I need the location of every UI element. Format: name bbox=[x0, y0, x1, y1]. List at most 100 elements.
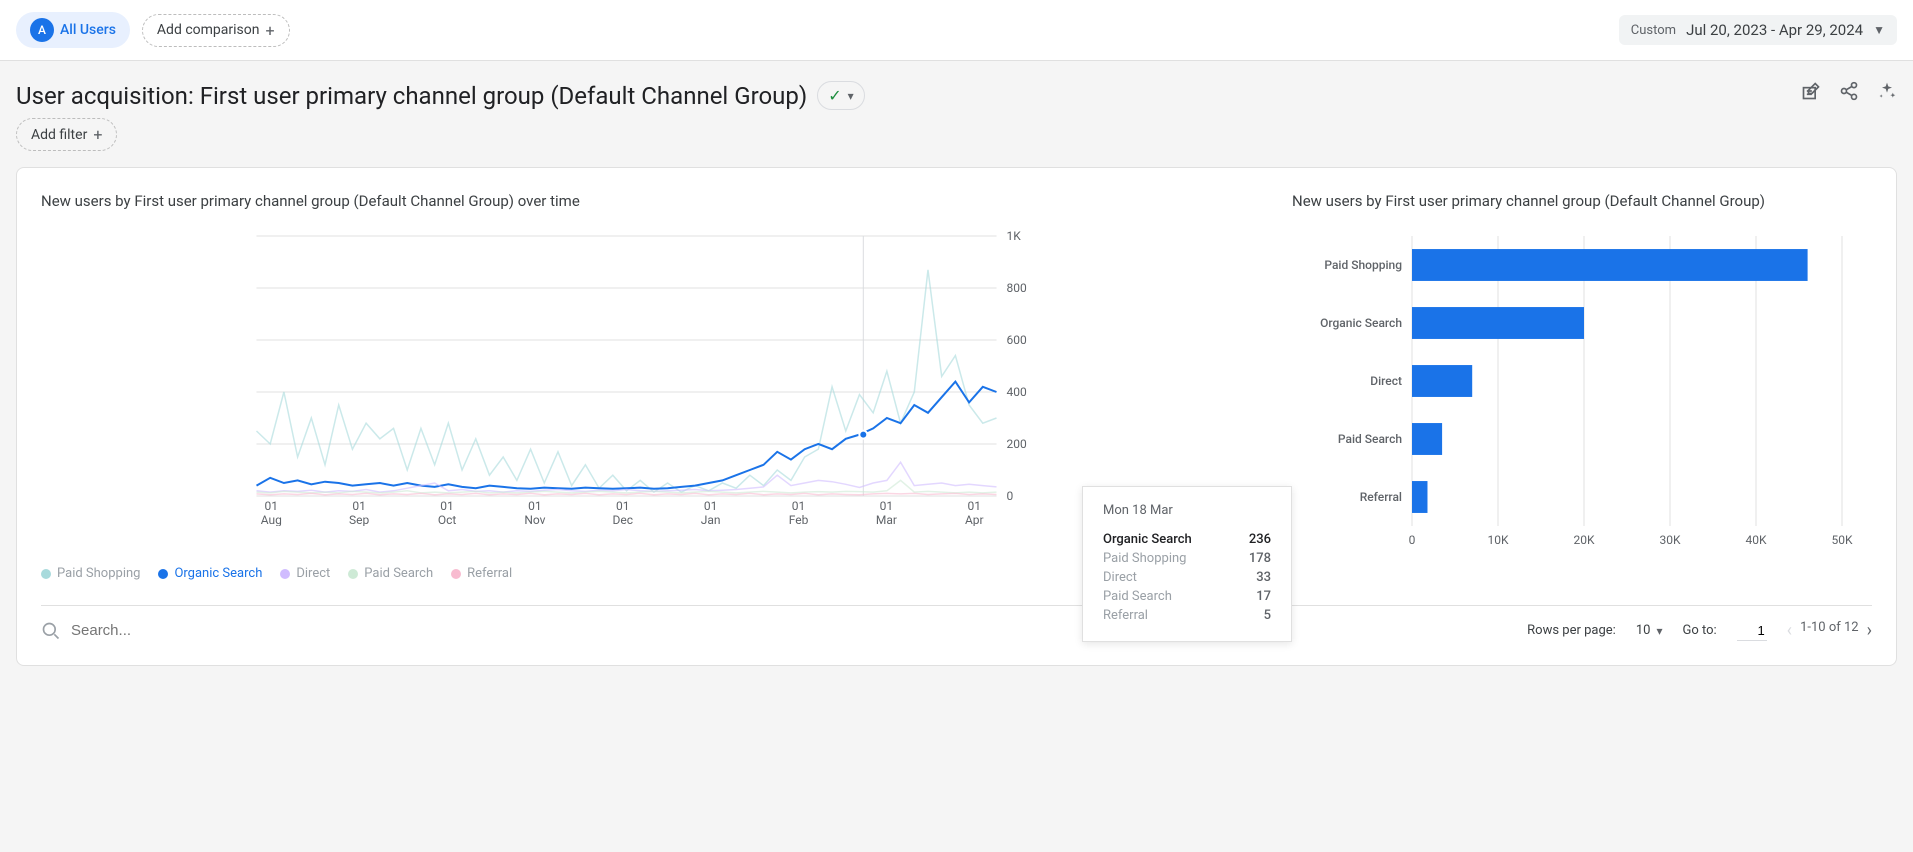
date-range-mode: Custom bbox=[1631, 23, 1676, 38]
table-search[interactable] bbox=[41, 621, 1527, 641]
svg-text:Jan: Jan bbox=[701, 513, 721, 526]
tooltip-label: Referral bbox=[1103, 608, 1148, 623]
audience-label: All Users bbox=[60, 22, 116, 38]
legend-dot-icon bbox=[41, 569, 51, 579]
legend-referral[interactable]: Referral bbox=[451, 566, 512, 581]
svg-text:30K: 30K bbox=[1659, 533, 1680, 547]
svg-text:Direct: Direct bbox=[1370, 374, 1402, 388]
svg-text:Dec: Dec bbox=[613, 513, 634, 526]
legend-dot-icon bbox=[348, 569, 358, 579]
top-bar: A All Users Add comparison + Custom Jul … bbox=[0, 0, 1913, 61]
svg-text:Nov: Nov bbox=[524, 513, 545, 526]
add-filter-label: Add filter bbox=[31, 127, 87, 143]
svg-text:01: 01 bbox=[440, 499, 454, 513]
svg-text:0: 0 bbox=[1409, 533, 1416, 547]
page-title: User acquisition: First user primary cha… bbox=[16, 82, 807, 110]
svg-text:01: 01 bbox=[704, 499, 718, 513]
svg-text:01: 01 bbox=[352, 499, 366, 513]
legend-label: Paid Search bbox=[364, 566, 433, 581]
rows-per-page-label: Rows per page: bbox=[1527, 623, 1616, 638]
legend-label: Direct bbox=[296, 566, 330, 581]
line-chart[interactable]: 02004006008001K01Aug01Sep01Oct01Nov01Dec… bbox=[41, 226, 1252, 526]
tooltip-row-organic-search: Organic Search 236 bbox=[1103, 530, 1271, 549]
svg-text:20K: 20K bbox=[1573, 533, 1594, 547]
svg-text:Feb: Feb bbox=[789, 513, 809, 526]
date-range-picker[interactable]: Custom Jul 20, 2023 - Apr 29, 2024 ▼ bbox=[1619, 15, 1897, 45]
bar-chart-panel: New users by First user primary channel … bbox=[1292, 192, 1872, 581]
svg-text:10K: 10K bbox=[1487, 533, 1508, 547]
add-comparison-button[interactable]: Add comparison + bbox=[142, 14, 290, 47]
rows-per-page-select[interactable]: 10 ▾ bbox=[1636, 623, 1663, 638]
legend-label: Referral bbox=[467, 566, 512, 581]
report-status-pill[interactable]: ✓ ▾ bbox=[817, 81, 864, 110]
insights-icon[interactable] bbox=[1877, 81, 1897, 106]
svg-text:Apr: Apr bbox=[965, 513, 984, 526]
svg-text:Oct: Oct bbox=[438, 513, 457, 526]
filter-row: Add filter + bbox=[0, 118, 1913, 167]
search-input[interactable] bbox=[71, 622, 371, 639]
table-controls: Rows per page: 10 ▾ Go to: ‹ 1-10 of 12 … bbox=[41, 605, 1872, 641]
go-to-label: Go to: bbox=[1682, 623, 1716, 638]
charts-row: New users by First user primary channel … bbox=[41, 192, 1872, 581]
legend-paid-shopping[interactable]: Paid Shopping bbox=[41, 566, 140, 581]
add-comparison-label: Add comparison bbox=[157, 22, 260, 38]
legend-label: Paid Shopping bbox=[57, 566, 140, 581]
bar-chart[interactable]: 010K20K30K40K50KPaid ShoppingOrganic Sea… bbox=[1292, 226, 1872, 556]
bar-chart-title: New users by First user primary channel … bbox=[1292, 192, 1872, 210]
svg-text:01: 01 bbox=[616, 499, 630, 513]
search-icon bbox=[41, 621, 61, 641]
check-circle-icon: ✓ bbox=[828, 86, 841, 105]
legend-dot-icon bbox=[280, 569, 290, 579]
svg-text:Sep: Sep bbox=[349, 513, 369, 526]
report-card: New users by First user primary channel … bbox=[16, 167, 1897, 666]
page-title-row: User acquisition: First user primary cha… bbox=[16, 81, 865, 110]
svg-text:01: 01 bbox=[968, 499, 982, 513]
caret-down-icon: ▾ bbox=[848, 89, 854, 103]
top-bar-left: A All Users Add comparison + bbox=[16, 12, 290, 48]
tooltip-row-direct: Direct 33 bbox=[1103, 568, 1271, 587]
legend-dot-icon bbox=[451, 569, 461, 579]
chart-tooltip: Mon 18 Mar Organic Search 236 Paid Shopp… bbox=[1082, 486, 1292, 642]
legend-label: Organic Search bbox=[174, 566, 262, 581]
svg-text:400: 400 bbox=[1007, 385, 1027, 399]
page-range: 1-10 of 12 bbox=[1800, 620, 1859, 641]
tooltip-value: 178 bbox=[1249, 551, 1271, 566]
prev-page-button[interactable]: ‹ bbox=[1787, 620, 1792, 641]
svg-text:Referral: Referral bbox=[1360, 490, 1402, 504]
tooltip-label: Paid Shopping bbox=[1103, 551, 1186, 566]
customize-report-icon[interactable] bbox=[1801, 81, 1821, 106]
pagination-arrows: ‹ 1-10 of 12 › bbox=[1787, 620, 1872, 641]
caret-down-icon: ▼ bbox=[1873, 23, 1885, 37]
svg-text:Organic Search: Organic Search bbox=[1320, 316, 1402, 330]
svg-text:01: 01 bbox=[880, 499, 894, 513]
svg-text:Mar: Mar bbox=[876, 513, 897, 526]
legend-direct[interactable]: Direct bbox=[280, 566, 330, 581]
legend-paid-search[interactable]: Paid Search bbox=[348, 566, 433, 581]
tooltip-label: Organic Search bbox=[1103, 532, 1192, 547]
tooltip-label: Direct bbox=[1103, 570, 1137, 585]
date-range-value: Jul 20, 2023 - Apr 29, 2024 bbox=[1686, 21, 1863, 39]
svg-text:Aug: Aug bbox=[261, 513, 282, 526]
legend-dot-icon bbox=[158, 569, 168, 579]
svg-text:Paid Search: Paid Search bbox=[1338, 432, 1402, 446]
tooltip-date: Mon 18 Mar bbox=[1103, 503, 1271, 518]
svg-text:01: 01 bbox=[792, 499, 806, 513]
line-chart-panel: New users by First user primary channel … bbox=[41, 192, 1252, 581]
plus-icon: + bbox=[265, 21, 274, 40]
tooltip-value: 236 bbox=[1249, 532, 1271, 547]
svg-text:01: 01 bbox=[265, 499, 279, 513]
svg-text:600: 600 bbox=[1007, 333, 1027, 347]
next-page-button[interactable]: › bbox=[1867, 620, 1872, 641]
add-filter-button[interactable]: Add filter + bbox=[16, 118, 117, 151]
go-to-input[interactable] bbox=[1737, 621, 1767, 641]
page-header: User acquisition: First user primary cha… bbox=[0, 61, 1913, 118]
tooltip-label: Paid Search bbox=[1103, 589, 1172, 604]
audience-chip[interactable]: A All Users bbox=[16, 12, 130, 48]
rows-per-page-value: 10 bbox=[1636, 623, 1651, 638]
share-icon[interactable] bbox=[1839, 81, 1859, 106]
legend-organic-search[interactable]: Organic Search bbox=[158, 566, 262, 581]
tooltip-value: 17 bbox=[1256, 589, 1271, 604]
svg-text:40K: 40K bbox=[1745, 533, 1766, 547]
caret-down-icon: ▾ bbox=[1656, 624, 1662, 638]
line-chart-area: 02004006008001K01Aug01Sep01Oct01Nov01Dec… bbox=[41, 226, 1252, 556]
